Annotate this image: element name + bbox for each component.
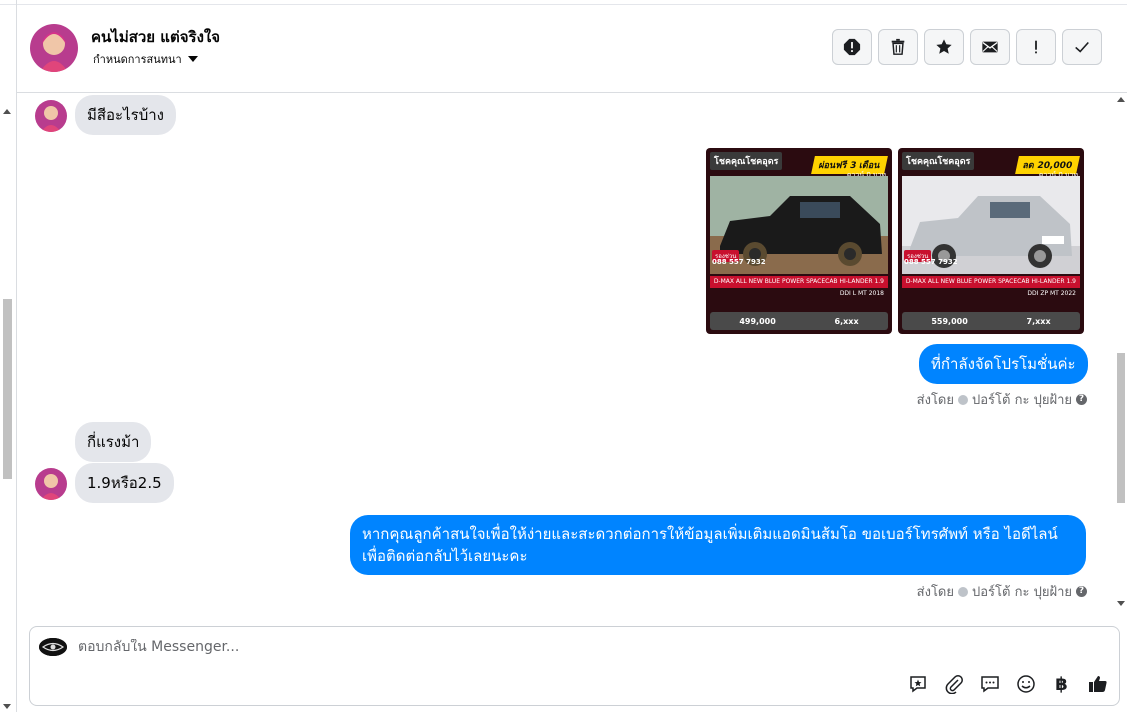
promo-phone: 088 557 7932	[712, 258, 766, 266]
chat-bubble-icon	[980, 676, 999, 693]
promo-brand: โชคคุณโชคอุดร	[902, 152, 975, 170]
sent-by-prefix: ส่งโดย	[916, 393, 954, 408]
assign-conversation-dropdown[interactable]: กำหนดการสนทนา	[93, 50, 198, 68]
emoji-button[interactable]	[1014, 673, 1037, 695]
sent-by-info: ส่งโดย ปอร์โต้ กะ ปุยฝ้าย ?	[917, 389, 1087, 410]
mark-unread-button[interactable]	[970, 29, 1010, 65]
promo-price: 499,000	[739, 316, 776, 326]
sent-by-agent: ปอร์โต้ กะ ปุยฝ้าย	[972, 585, 1072, 600]
like-button[interactable]	[1086, 673, 1109, 695]
mark-spam-button[interactable]	[832, 29, 872, 65]
reply-composer: ฿	[29, 626, 1120, 706]
sender-avatar	[35, 100, 67, 132]
sender-avatar	[35, 468, 67, 500]
help-icon[interactable]: ?	[1076, 394, 1087, 405]
page-avatar	[39, 638, 67, 656]
promo-installment: 7,xxx	[1026, 316, 1051, 326]
contact-avatar[interactable]	[30, 24, 78, 72]
saved-replies-button[interactable]	[906, 673, 929, 695]
quick-replies-button[interactable]	[978, 673, 1001, 695]
promo-brand: โชคคุณโชคอุดร	[710, 152, 783, 170]
promo-model: D-MAX ALL NEW BLUE POWER SPACECAB HI-LAN…	[710, 276, 888, 297]
conversation-header: คนไม่สวย แต่จริงใจ กำหนดการสนทนา	[17, 5, 1127, 93]
follow-up-button[interactable]	[1016, 29, 1056, 65]
checkmark-icon	[1075, 41, 1089, 53]
help-icon[interactable]: ?	[1076, 586, 1087, 597]
sent-by-prefix: ส่งโดย	[916, 585, 954, 600]
assign-conversation-label: กำหนดการสนทนา	[93, 53, 182, 66]
left-scroll-down-arrow[interactable]	[3, 704, 11, 709]
promo-price-bar: 499,000 6,xxx	[710, 312, 888, 330]
messages-scrollbar-thumb[interactable]	[1117, 353, 1125, 503]
promo-price-bar: 559,000 7,xxx	[902, 312, 1080, 330]
star-button[interactable]	[924, 29, 964, 65]
promo-price: 559,000	[931, 316, 968, 326]
reply-input[interactable]	[78, 639, 1078, 655]
incoming-message: มีสีอะไรบ้าง	[75, 95, 176, 135]
alert-circle-icon	[843, 38, 861, 56]
promo-image-2[interactable]: โชคคุณโชคอุดร ลด 20,000 ดาวน์ 0 บาท รองช…	[898, 148, 1084, 334]
chevron-down-icon	[187, 56, 198, 62]
promo-phone: 088 557 7932	[904, 258, 958, 266]
envelope-icon	[982, 41, 998, 53]
left-divider	[16, 0, 17, 712]
header-actions	[832, 29, 1102, 65]
smiley-icon	[1016, 675, 1035, 693]
mark-done-button[interactable]	[1062, 29, 1102, 65]
agent-avatar-icon	[958, 586, 968, 597]
contact-name: คนไม่สวย แต่จริงใจ	[91, 28, 221, 46]
payment-button[interactable]: ฿	[1050, 673, 1073, 695]
star-icon	[936, 39, 952, 54]
delete-button[interactable]	[878, 29, 918, 65]
saved-reply-icon	[909, 676, 926, 693]
composer-tools: ฿	[906, 673, 1109, 695]
outgoing-message: ที่กำลังจัดโปรโมชั่นค่ะ	[919, 344, 1088, 384]
promo-model: D-MAX ALL NEW BLUE POWER SPACECAB HI-LAN…	[902, 276, 1080, 297]
attach-button[interactable]	[942, 673, 965, 695]
baht-icon: ฿	[1055, 673, 1068, 695]
exclamation-icon	[1035, 40, 1037, 54]
sent-by-agent: ปอร์โต้ กะ ปุยฝ้าย	[972, 393, 1072, 408]
scroll-up-arrow[interactable]	[1117, 97, 1125, 102]
left-scrollbar[interactable]	[0, 93, 14, 613]
messages-scrollbar[interactable]	[1114, 93, 1127, 613]
agent-avatar-icon	[958, 394, 968, 405]
paperclip-icon	[945, 675, 963, 694]
left-scrollbar-thumb[interactable]	[3, 299, 12, 479]
trash-icon	[891, 38, 905, 55]
incoming-message: กี่แรงม้า	[75, 422, 152, 462]
sent-by-info: ส่งโดย ปอร์โต้ กะ ปุยฝ้าย ?	[917, 581, 1087, 602]
thumbs-up-icon	[1088, 676, 1107, 692]
outgoing-message: หากคุณลูกค้าสนใจเพื่อให้ง่ายและสะดวกต่อก…	[350, 515, 1086, 575]
promo-installment: 6,xxx	[834, 316, 859, 326]
incoming-message: 1.9หรือ2.5	[75, 463, 174, 503]
promo-image-1[interactable]: โชคคุณโชคอุดร ผ่อนฟรี 3 เดือน ดาวน์ 0 บา…	[706, 148, 892, 334]
scroll-down-arrow[interactable]	[1117, 601, 1125, 606]
